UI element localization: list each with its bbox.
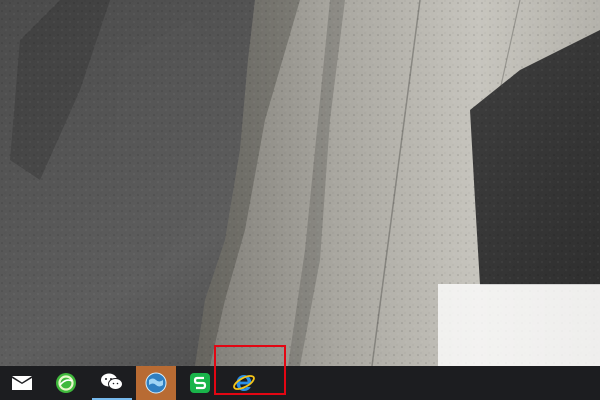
wps-spreadsheet-icon [190,373,210,393]
taskbar-globe-app-button[interactable] [136,366,176,400]
internet-explorer-icon [233,375,255,391]
taskbar-wechat-button[interactable] [92,366,132,400]
desktop [0,0,600,400]
taskbar-internet-explorer-button[interactable] [224,366,264,400]
taskbar [0,366,600,400]
taskbar-wps-spreadsheet-button[interactable] [180,366,220,400]
360-browser-icon [56,373,76,393]
wechat-icon [101,373,123,390]
watermark-overlay [438,284,600,366]
taskbar-360-browser-button[interactable] [46,366,86,400]
globe-app-icon [145,372,167,394]
mail-icon [12,376,32,390]
taskbar-mail-button[interactable] [2,366,42,400]
